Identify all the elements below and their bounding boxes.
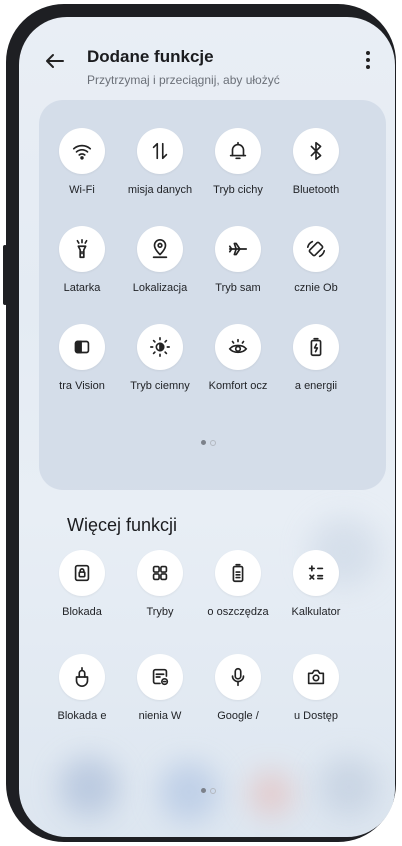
auto-rotate-icon (306, 240, 326, 258)
tile-flashlight[interactable]: Latarka (44, 226, 120, 316)
tile-label: o oszczędza (207, 606, 269, 618)
page-indicator (199, 434, 229, 446)
bell-icon (229, 141, 247, 160)
back-arrow-icon (46, 54, 64, 68)
tile-label: Komfort ocz (208, 380, 268, 392)
page-dot-active (201, 440, 206, 446)
battery-saver-icon (310, 337, 322, 357)
tile-location[interactable]: Lokalizacja (122, 226, 198, 316)
tile-label: Kalkulator (291, 606, 341, 618)
page-subtitle: Przytrzymaj i przeciągnij, aby ułożyć (87, 73, 280, 87)
tile-label: Google / (217, 710, 259, 722)
tile-vision[interactable]: tra Vision (44, 324, 120, 414)
tile-label: Tryb cichy (213, 184, 263, 196)
tile-label: Tryby (146, 606, 174, 618)
background-blob (319, 757, 379, 817)
tile-label: Blokada e (57, 710, 107, 722)
tile-modes[interactable]: Tryby (122, 550, 198, 640)
phone-frame: Dodane funkcje Przytrzymaj i przeciągnij… (6, 4, 396, 842)
calculator-icon (308, 565, 324, 580)
tile-touch-lock[interactable]: Blokada e (44, 654, 120, 744)
section-title-more: Więcej funkcji (67, 515, 178, 535)
page-indicator-more (199, 782, 229, 794)
back-button[interactable] (43, 49, 67, 73)
more-dots-icon (366, 65, 370, 69)
tile-eye-comfort[interactable]: Komfort ocz (200, 324, 276, 414)
header: Dodane funkcje Przytrzymaj i przeciągnij… (19, 39, 395, 95)
tile-wifi[interactable]: Wi-Fi (44, 128, 120, 218)
modes-icon (152, 565, 168, 581)
page-dot (210, 787, 216, 794)
tile-label: Wi-Fi (69, 184, 95, 196)
lock-screen-icon (74, 564, 90, 582)
tile-data[interactable]: misja danych (122, 128, 198, 218)
tile-airplane[interactable]: Tryb sam (200, 226, 276, 316)
added-functions-panel: Wi-Fi misja danych Tryb cichy Bluetooth … (39, 100, 386, 490)
airplane-icon (228, 242, 248, 256)
location-icon (152, 239, 168, 259)
dark-mode-icon (150, 337, 170, 357)
microphone-icon (231, 667, 245, 687)
tile-label: tra Vision (59, 380, 105, 392)
tile-lock-screen[interactable]: Blokada (44, 550, 120, 640)
tile-label: Blokada (62, 606, 102, 618)
background-blob (249, 772, 293, 816)
page-title: Dodane funkcje (87, 47, 214, 66)
data-transfer-icon (152, 142, 168, 160)
tile-label: cznie Ob (294, 282, 338, 294)
tile-label: Tryb ciemny (130, 380, 190, 392)
screen: Dodane funkcje Przytrzymaj i przeciągnij… (19, 17, 395, 837)
tile-label: Lokalizacja (132, 282, 188, 294)
page-dot (210, 439, 216, 446)
tile-label: nienia W (138, 710, 182, 722)
eye-comfort-icon (228, 338, 248, 354)
background-blob (59, 757, 119, 817)
flashlight-icon (76, 239, 88, 259)
tile-bluetooth[interactable]: Bluetooth (278, 128, 354, 218)
tile-label: a energii (294, 380, 338, 392)
screen-record-icon (152, 668, 169, 686)
tile-label: Latarka (63, 282, 101, 294)
tile-label: Tryb sam (215, 282, 261, 294)
tile-silent[interactable]: Tryb cichy (200, 128, 276, 218)
tile-power-saving[interactable]: o oszczędza (200, 550, 276, 640)
vision-icon (74, 340, 90, 354)
camera-icon (307, 669, 325, 685)
bluetooth-icon (310, 141, 322, 161)
more-dots-icon (366, 51, 370, 55)
tile-calculator[interactable]: Kalkulator (278, 550, 354, 640)
tile-auto-rotate[interactable]: cznie Ob (278, 226, 354, 316)
tile-camera-access[interactable]: u Dostęp (278, 654, 354, 744)
more-dots-icon (366, 58, 370, 62)
tile-screen-record[interactable]: nienia W (122, 654, 198, 744)
tile-label: u Dostęp (293, 710, 339, 722)
tile-google-assistant[interactable]: Google / (200, 654, 276, 744)
tile-dark-mode[interactable]: Tryb ciemny (122, 324, 198, 414)
wifi-icon (72, 144, 92, 160)
tile-battery-saver[interactable]: a energii (278, 324, 354, 414)
more-options-button[interactable] (363, 51, 373, 73)
touch-lock-icon (75, 667, 89, 687)
power-saving-icon (232, 563, 244, 583)
tile-label: Bluetooth (292, 184, 340, 196)
tile-label: misja danych (127, 184, 193, 196)
